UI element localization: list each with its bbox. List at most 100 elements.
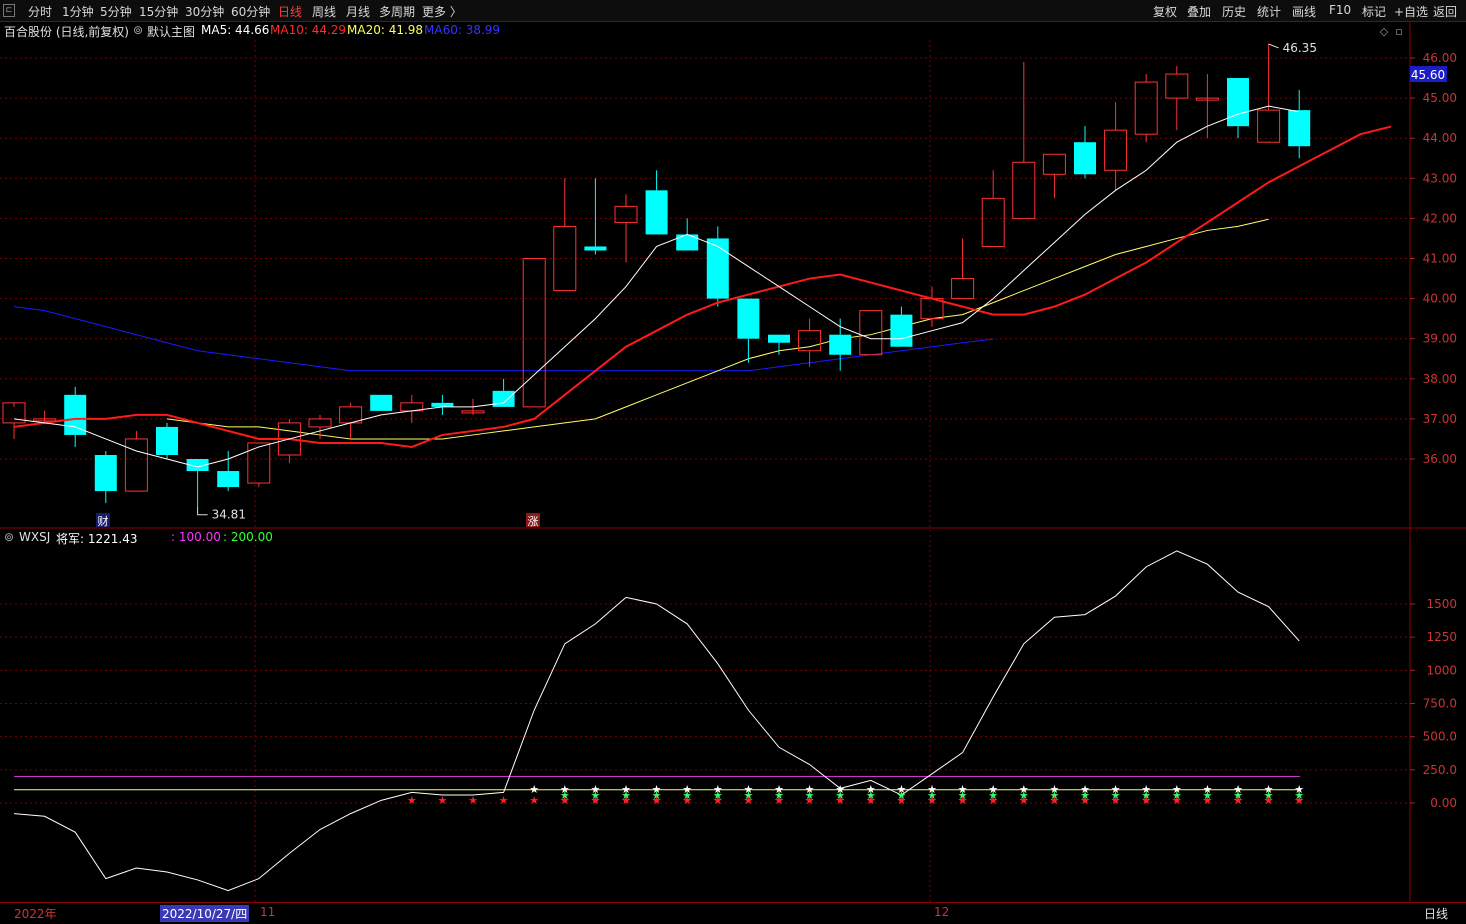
signal-star-red: ★ xyxy=(682,794,692,807)
sub-tick-label: 750.0 xyxy=(1423,697,1457,711)
low-pointer xyxy=(197,506,208,516)
stock-title: 百合股份 (日线,前复权) xyxy=(4,25,129,39)
signal-star-red: ★ xyxy=(1141,794,1151,807)
high-pointer xyxy=(1268,43,1279,49)
candle-body xyxy=(1165,73,1189,99)
price-tick-label: 44.00 xyxy=(1423,131,1457,145)
candle-body xyxy=(951,278,975,300)
price-tick-label: 37.00 xyxy=(1423,412,1457,426)
candle-body xyxy=(156,426,178,455)
price-tick-label: 42.00 xyxy=(1423,211,1457,225)
signal-star-red: ★ xyxy=(805,794,815,807)
candle-body xyxy=(124,438,148,492)
candle-body xyxy=(492,390,515,407)
signal-star-red: ★ xyxy=(1080,794,1090,807)
candle-body xyxy=(584,246,607,251)
candle-body xyxy=(94,454,117,492)
candle-body xyxy=(1134,81,1158,135)
candle-body xyxy=(308,418,332,428)
candle-body xyxy=(1012,161,1036,219)
signal-star-red: ★ xyxy=(1233,794,1243,807)
template-label[interactable]: 默认主图 xyxy=(147,23,195,40)
candle-body xyxy=(1227,78,1249,127)
signal-star-red: ★ xyxy=(560,794,570,807)
finance-badge-label: 财 xyxy=(98,514,109,528)
high-price-label: 46.35 xyxy=(1283,41,1317,55)
cursor-date-label: 2022/10/27/四 xyxy=(160,905,250,922)
sub-tick-label: 1500 xyxy=(1426,597,1457,611)
candle-body xyxy=(431,402,454,407)
signal-star-red: ★ xyxy=(1264,794,1274,807)
chart-grid xyxy=(0,22,1466,902)
wxsj-indicator: ★ ★ ★ ★★★★★★★★★★★★★★★★★★★★★★★★★★★★★★★★★★★★★… xyxy=(13,550,1304,892)
signal-star-red: ★ xyxy=(1111,794,1121,807)
price-tick-label: 36.00 xyxy=(1423,452,1457,466)
date-axis-bar: 2022年 2022/10/27/四 11 12 日线 xyxy=(0,902,1466,924)
signal-star-red: ★ xyxy=(835,794,845,807)
month-12-label: 12 xyxy=(934,905,950,919)
signal-star-red: ★ xyxy=(958,794,968,807)
price-axis: 46.00 45.00 44.00 43.00 42.00 41.00 40.00 39.00… xyxy=(1410,51,1457,810)
candle-body xyxy=(522,258,546,408)
candle-body xyxy=(217,471,240,488)
sub-tick-label: 1250 xyxy=(1426,630,1457,644)
signal-star-red: ★ xyxy=(927,794,937,807)
line100-label: : 100.00 xyxy=(171,530,221,544)
signal-star-red: ★ xyxy=(1172,794,1182,807)
candle-body xyxy=(676,234,699,251)
general-value-label: 将军: 1221.43 xyxy=(56,532,138,546)
signal-star-red: ★ xyxy=(1202,794,1212,807)
window-marker-icon: ▫ xyxy=(1395,25,1402,38)
candle-body xyxy=(737,298,760,339)
ma5-label: MA5: 44.66 xyxy=(201,23,270,37)
candle-body xyxy=(553,225,577,292)
price-tick-label: 39.00 xyxy=(1423,332,1457,346)
current-price-label: 45.60 xyxy=(1411,68,1445,82)
candle-body xyxy=(706,238,729,299)
candle-body xyxy=(981,197,1005,247)
candle-body xyxy=(1104,129,1128,171)
ma5-polyline xyxy=(13,105,1300,468)
sub-tick-label: 250.0 xyxy=(1423,763,1457,777)
ma10-label: MA10: 44.29 xyxy=(270,23,347,37)
signal-star-red: ★ xyxy=(652,794,662,807)
signal-star-red: ★ xyxy=(1049,794,1059,807)
candle-body xyxy=(370,394,393,411)
price-tick-label: 45.00 xyxy=(1423,91,1457,105)
candle-body xyxy=(768,334,790,343)
signal-star-red: ★ xyxy=(1019,794,1029,807)
diamond-icon: ◇ xyxy=(1380,25,1389,38)
month-11-label: 11 xyxy=(260,905,276,919)
signal-star-red: ★ xyxy=(988,794,998,807)
low-price-label: 34.81 xyxy=(212,508,246,522)
signal-star-red: ★ xyxy=(590,794,600,807)
signal-star-red: ★ xyxy=(1294,794,1304,807)
period-indicator: 日线 xyxy=(1424,907,1449,921)
kline-chart[interactable]: ★ ★ ★ ★★★★★★★★★★★★★★★★★★★★★★★★★★★★★★★★★★★★★… xyxy=(0,0,1466,923)
template-dropdown-icon[interactable]: ⊚ xyxy=(133,23,143,37)
candle-body xyxy=(645,190,668,235)
indicator-dropdown-icon[interactable]: ⊚ xyxy=(4,530,14,544)
price-tick-label: 38.00 xyxy=(1423,372,1457,386)
candle-body xyxy=(614,205,638,223)
ma10-line xyxy=(13,125,1392,448)
sub-tick-label: 1000 xyxy=(1426,663,1457,677)
sub-tick-label: 500.0 xyxy=(1423,730,1457,744)
signal-star-red: ★ xyxy=(499,794,509,807)
signal-star-red: ★ xyxy=(866,794,876,807)
signal-star-red: ★ xyxy=(621,794,631,807)
signal-star-red: ★ xyxy=(529,794,539,807)
ma20-label: MA20: 41.98 xyxy=(347,23,424,37)
indicator-name[interactable]: WXSJ xyxy=(19,530,50,544)
ma5-line xyxy=(13,105,1300,468)
ma60-label: MA60: 38.99 xyxy=(424,23,501,37)
sub-tick-label: 0.00 xyxy=(1430,796,1457,810)
candle-body xyxy=(1257,109,1281,143)
candle-body xyxy=(64,394,87,435)
candle-body xyxy=(829,334,852,355)
price-tick-label: 40.00 xyxy=(1423,292,1457,306)
price-tick-label: 41.00 xyxy=(1423,252,1457,266)
signal-star-red: ★ xyxy=(743,794,753,807)
candle-body xyxy=(247,442,271,484)
candle-body xyxy=(1042,153,1066,175)
